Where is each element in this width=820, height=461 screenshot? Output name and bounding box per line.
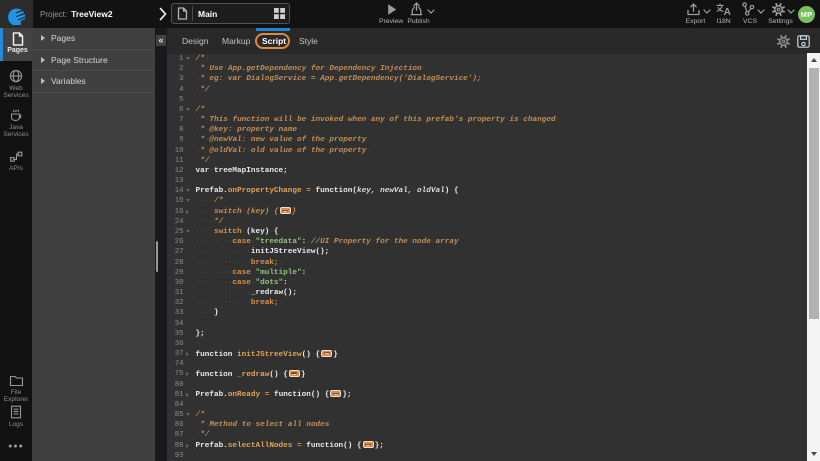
svg-text:A: A: [724, 7, 731, 16]
